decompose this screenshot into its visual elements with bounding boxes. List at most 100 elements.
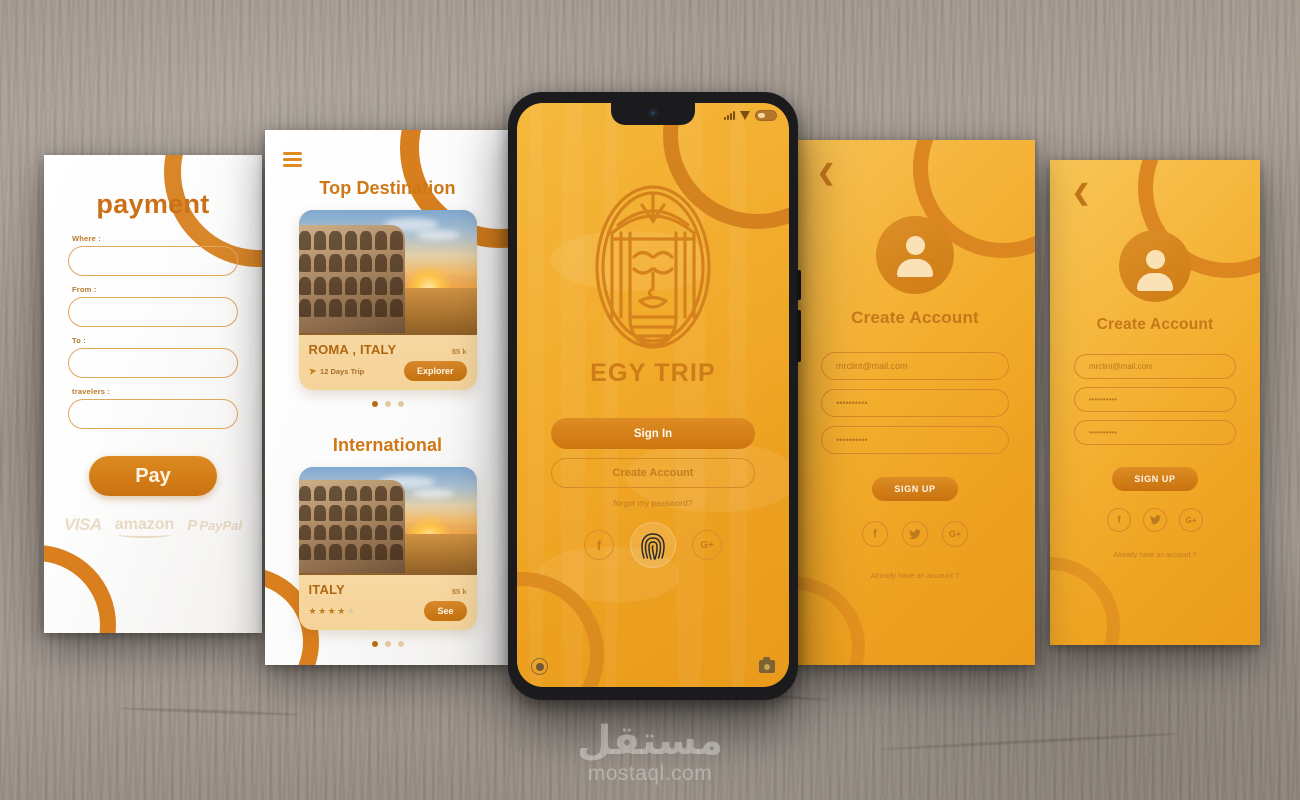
- google-plus-icon[interactable]: G+: [692, 530, 722, 560]
- create-account-title: Create Account: [1096, 316, 1214, 333]
- phone-footer: [531, 657, 775, 675]
- pay-button[interactable]: Pay: [89, 456, 217, 496]
- signup-form: [1074, 354, 1236, 453]
- user-avatar-icon: [876, 216, 954, 294]
- battery-icon: [755, 110, 777, 121]
- card-price: $5 k: [451, 347, 467, 356]
- phone-notch: [611, 103, 695, 125]
- rating-stars: ★ ★ ★ ★ ★: [309, 606, 355, 617]
- decorative-arc-bottom-left: [1050, 557, 1120, 645]
- fingerprint-icon[interactable]: [630, 522, 676, 568]
- auth-actions: Sign In Create Account forgot my passwor…: [551, 418, 755, 568]
- sign-in-button[interactable]: Sign In: [551, 418, 755, 449]
- create-account-screen-1: ❮ Create Account SIGN UP f G+ Already ha…: [795, 140, 1035, 665]
- card-price: $5 k: [451, 587, 467, 596]
- create-account-button[interactable]: Create Account: [551, 458, 755, 488]
- card-trip-duration: 12 Days Trip: [320, 366, 365, 376]
- explorer-button[interactable]: Explorer: [403, 361, 467, 381]
- top-destination-title: Top Destination: [319, 178, 456, 198]
- payment-form: Where : From : To : travelers :: [68, 234, 238, 438]
- carousel-dots-top[interactable]: [265, 401, 510, 407]
- email-field[interactable]: [1074, 354, 1236, 379]
- carousel-dot[interactable]: [371, 401, 378, 407]
- already-have-account-link[interactable]: Already have an account ?: [1050, 552, 1260, 559]
- decorative-arc-bottom-left: [795, 577, 865, 665]
- facebook-icon[interactable]: f: [1107, 508, 1131, 532]
- paypal-logo: P PayPal: [187, 517, 242, 534]
- create-account-title: Create Account: [851, 308, 979, 327]
- twitter-bird-icon: [909, 528, 921, 539]
- card-meta: ITALY $5 k ★ ★ ★ ★ ★ See: [299, 575, 477, 630]
- phone-power-button[interactable]: [797, 310, 801, 362]
- brand-logo-block: EGY TRIP: [517, 103, 789, 388]
- signup-button[interactable]: SIGN UP: [872, 477, 958, 501]
- travelers-input[interactable]: [68, 399, 238, 429]
- twitter-bird-icon: [1149, 515, 1161, 525]
- star-icon: ★: [318, 605, 327, 616]
- amazon-logo: amazon: [115, 516, 174, 538]
- card-trip-info: ➤ 12 Days Trip: [307, 364, 365, 377]
- where-input[interactable]: [68, 246, 238, 276]
- amazon-smile-icon: [117, 531, 172, 538]
- signup-form: [821, 352, 1009, 463]
- colosseum-structure: [298, 225, 405, 333]
- visa-logo: VISA: [64, 515, 102, 534]
- carousel-dot[interactable]: [371, 641, 378, 647]
- see-button[interactable]: See: [424, 601, 467, 621]
- colosseum-photo: [298, 210, 477, 335]
- twitter-icon[interactable]: [1143, 508, 1167, 532]
- pharaoh-cleopatra-logo: [595, 185, 711, 349]
- carousel-dot[interactable]: [384, 401, 391, 407]
- card-place-name: ROMA , ITALY: [308, 342, 397, 357]
- from-input[interactable]: [68, 297, 238, 327]
- colosseum-structure: [298, 479, 405, 573]
- carousel-dot[interactable]: [384, 641, 391, 647]
- twitter-icon[interactable]: [902, 521, 928, 547]
- payment-logos: VISA amazon P PayPal: [44, 515, 262, 538]
- plane-icon: ➤: [307, 364, 317, 377]
- forgot-password-link[interactable]: forgot my password?: [551, 498, 755, 508]
- to-label: To :: [72, 336, 86, 345]
- destination-card-italy[interactable]: ITALY $5 k ★ ★ ★ ★ ★ See: [298, 467, 477, 630]
- google-plus-icon[interactable]: G+: [1179, 508, 1203, 532]
- phone-volume-button[interactable]: [797, 270, 801, 300]
- phone-screen: EGY TRIP Sign In Create Account forgot m…: [517, 103, 789, 687]
- colosseum-photo: [298, 467, 477, 575]
- password-field[interactable]: [821, 389, 1009, 417]
- google-plus-icon[interactable]: G+: [942, 521, 968, 547]
- payment-screen: payment Where : From : To : travelers : …: [44, 155, 262, 633]
- email-field[interactable]: [821, 352, 1009, 380]
- user-avatar-icon: [1119, 230, 1191, 302]
- camera-icon[interactable]: [759, 657, 775, 673]
- where-label: Where :: [72, 234, 101, 243]
- back-chevron-icon[interactable]: ❮: [1072, 182, 1090, 204]
- carousel-dot[interactable]: [397, 401, 404, 407]
- confirm-password-field[interactable]: [1074, 420, 1236, 445]
- back-chevron-icon[interactable]: ❮: [817, 162, 835, 184]
- star-icon: ★: [327, 605, 336, 616]
- social-signup-row: f G+: [1050, 508, 1260, 532]
- wifi-icon: [740, 111, 750, 120]
- star-icon-empty: ★: [346, 605, 355, 616]
- carousel-dots-international[interactable]: [265, 641, 510, 647]
- signup-button[interactable]: SIGN UP: [1112, 467, 1198, 491]
- hamburger-menu-icon[interactable]: [283, 152, 302, 170]
- create-account-screen-2: ❮ Create Account SIGN UP f G+ Already ha…: [1050, 160, 1260, 645]
- front-camera-icon: [648, 108, 658, 118]
- social-signup-row: f G+: [795, 521, 1035, 547]
- confirm-password-field[interactable]: [821, 426, 1009, 454]
- star-icon: ★: [308, 605, 317, 616]
- destination-screen: Top Destination ROMA , ITALY $5 k ➤ 12 D…: [265, 130, 510, 665]
- to-input[interactable]: [68, 348, 238, 378]
- destination-card-roma[interactable]: ROMA , ITALY $5 k ➤ 12 Days Trip Explore…: [298, 210, 477, 390]
- record-icon[interactable]: [531, 658, 548, 675]
- already-have-account-link[interactable]: Already have an account ?: [795, 571, 1035, 580]
- password-field[interactable]: [1074, 387, 1236, 412]
- paypal-p-icon: P: [187, 516, 198, 534]
- carousel-dot[interactable]: [397, 641, 404, 647]
- from-label: From :: [72, 285, 97, 294]
- facebook-icon[interactable]: f: [862, 521, 888, 547]
- travelers-label: travelers :: [72, 387, 111, 396]
- status-bar: [724, 110, 777, 121]
- facebook-icon[interactable]: f: [584, 530, 614, 560]
